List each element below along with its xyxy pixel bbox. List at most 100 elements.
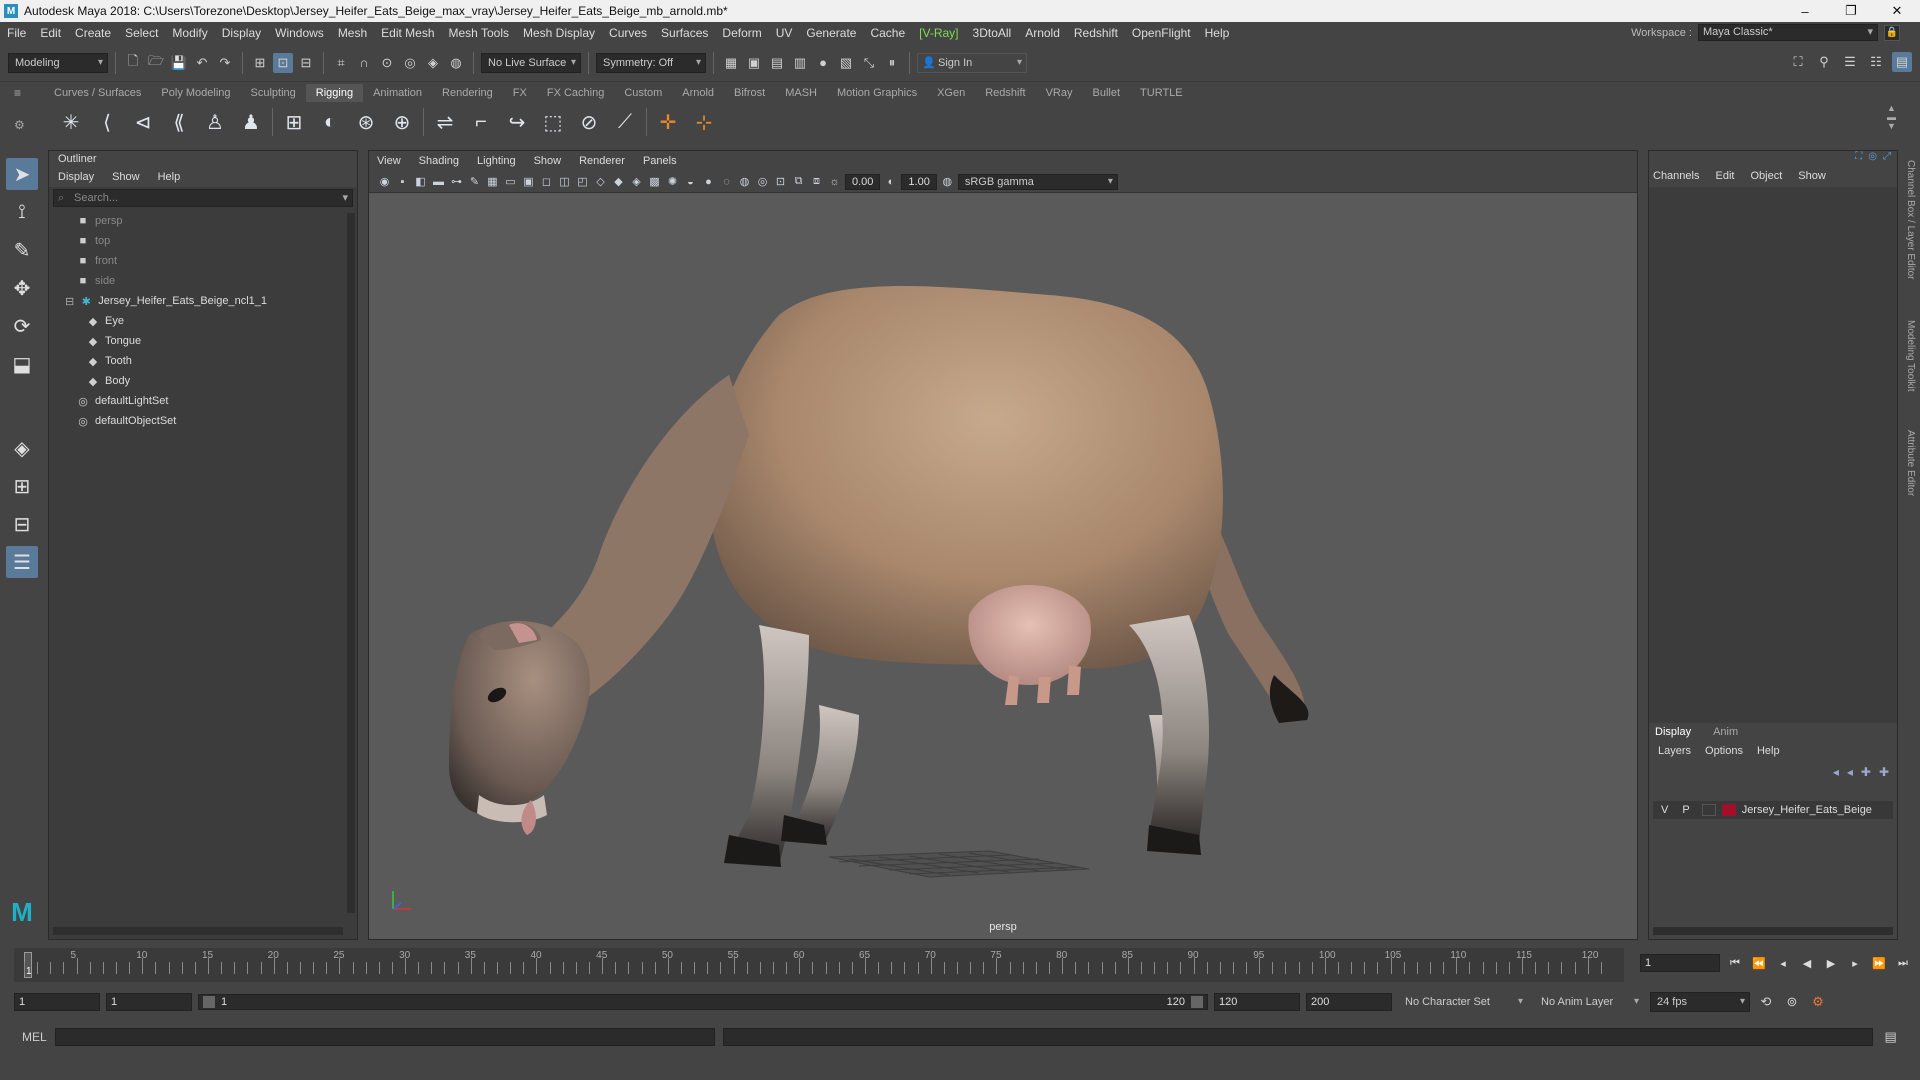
- scale-tool-icon[interactable]: ⬓: [6, 348, 38, 380]
- help-icon[interactable]: ◎: [1868, 151, 1877, 165]
- new-layer-selected-icon[interactable]: ✚: [1879, 765, 1889, 779]
- shelf-tab-rigging[interactable]: Rigging: [305, 84, 364, 102]
- quick-rig-icon[interactable]: ♟: [236, 107, 266, 137]
- range-start-handle[interactable]: [203, 996, 215, 1008]
- chevron-down-icon[interactable]: ▾: [342, 190, 348, 206]
- layer-visibility-toggle[interactable]: V: [1661, 804, 1668, 816]
- maximize-button[interactable]: ❐: [1828, 0, 1874, 22]
- menu-select[interactable]: Select: [118, 26, 165, 40]
- attribute-editor-icon[interactable]: ☰: [1840, 52, 1860, 72]
- textured-icon[interactable]: ▩: [647, 174, 662, 189]
- menu-file[interactable]: File: [0, 26, 33, 40]
- select-object-icon[interactable]: ⊡: [273, 52, 293, 73]
- step-back-key-icon[interactable]: ⏪: [1750, 954, 1768, 972]
- display-layer-row[interactable]: V P Jersey_Heifer_Eats_Beige: [1653, 801, 1893, 819]
- menu-redshift[interactable]: Redshift: [1067, 26, 1125, 40]
- move-layer-down-icon[interactable]: ◂: [1847, 765, 1853, 779]
- smooth-bind-icon[interactable]: ◐: [315, 107, 345, 137]
- outliner-menu-help[interactable]: Help: [158, 171, 181, 183]
- time-ruler[interactable]: 5 10 15 20 25 30 35 40 45 50 55 60 65 70 75 80 85 90 95 100…: [14, 948, 1624, 982]
- character-set-dropdown[interactable]: No Character Set: [1398, 992, 1528, 1012]
- shelf-tab-xgen[interactable]: XGen: [927, 84, 975, 102]
- ipr-render-icon[interactable]: ▤: [767, 53, 787, 73]
- auto-key-icon[interactable]: ⊚: [1782, 992, 1802, 1012]
- layer-playback-toggle[interactable]: P: [1682, 804, 1689, 816]
- shelf-tab-fx[interactable]: FX: [503, 84, 537, 102]
- screen-space-ao-icon[interactable]: ●: [701, 174, 716, 189]
- two-view-layout-icon[interactable]: ⊟: [6, 508, 38, 540]
- menu-modify[interactable]: Modify: [165, 26, 214, 40]
- layer-tab-display[interactable]: Display: [1655, 726, 1691, 738]
- menu-arnold[interactable]: Arnold: [1018, 26, 1067, 40]
- loop-icon[interactable]: ⟲: [1756, 992, 1776, 1012]
- save-scene-icon[interactable]: 💾: [169, 53, 189, 73]
- outliner-item[interactable]: ◆ Body: [49, 371, 357, 391]
- shelf-tab-turtle[interactable]: TURTLE: [1130, 84, 1193, 102]
- ik-spline-icon[interactable]: ⊲: [128, 107, 158, 137]
- render-view-icon[interactable]: ▦: [721, 53, 741, 73]
- channel-box-icon[interactable]: ▤: [1892, 52, 1912, 72]
- modeling-toolkit-icon[interactable]: ⛶: [1788, 52, 1808, 72]
- menu-mesh-tools[interactable]: Mesh Tools: [442, 26, 516, 40]
- outliner-item[interactable]: ■ persp: [49, 211, 357, 231]
- outliner-item[interactable]: ■ top: [49, 231, 357, 251]
- fps-dropdown[interactable]: 24 fps: [1650, 992, 1750, 1012]
- joint-tool-icon[interactable]: ✳: [56, 107, 86, 137]
- menu-curves[interactable]: Curves: [602, 26, 654, 40]
- animation-start-field[interactable]: 1: [14, 993, 100, 1011]
- menu-v-ray[interactable]: [V-Ray]: [912, 26, 965, 40]
- paint-select-icon[interactable]: ✎: [6, 234, 38, 266]
- menu-windows[interactable]: Windows: [268, 26, 331, 40]
- shelf-settings-icon[interactable]: ⚙: [14, 118, 25, 132]
- play-backwards-icon[interactable]: ◀: [1798, 954, 1816, 972]
- menu-uv[interactable]: UV: [769, 26, 800, 40]
- step-back-frame-icon[interactable]: ◂: [1774, 954, 1792, 972]
- smooth-shade-icon[interactable]: ◆: [611, 174, 626, 189]
- image-plane-icon[interactable]: ▬: [431, 174, 446, 189]
- menu-3dtoall[interactable]: 3DtoAll: [966, 26, 1019, 40]
- blendshape-icon[interactable]: ⌐: [466, 107, 496, 137]
- sculpt-deformer-icon[interactable]: ⬚: [538, 107, 568, 137]
- field-chart-icon[interactable]: ◫: [557, 174, 572, 189]
- move-tool-icon[interactable]: ✥: [6, 272, 38, 304]
- curve-warp-icon[interactable]: ↪: [502, 107, 532, 137]
- shelf-tab-bullet[interactable]: Bullet: [1083, 84, 1131, 102]
- wireframe-icon[interactable]: ◇: [593, 174, 608, 189]
- shelf-tab-arnold[interactable]: Arnold: [672, 84, 724, 102]
- collapse-icon[interactable]: ⊟: [65, 295, 74, 308]
- outliner-item[interactable]: ◆ Eye: [49, 311, 357, 331]
- range-end-handle[interactable]: [1191, 996, 1203, 1008]
- shelf-tab-redshift[interactable]: Redshift: [975, 84, 1035, 102]
- shelf-tab-custom[interactable]: Custom: [614, 84, 672, 102]
- play-forwards-icon[interactable]: ▶: [1822, 954, 1840, 972]
- side-tab-modeling-toolkit[interactable]: Modeling Toolkit: [1905, 320, 1916, 392]
- snap-pivot-icon[interactable]: ◍: [446, 53, 466, 73]
- shadows-icon[interactable]: ◒: [683, 174, 698, 189]
- sign-in-button[interactable]: 👤 Sign In: [917, 52, 1027, 73]
- shelf-tab-sculpting[interactable]: Sculpting: [241, 84, 306, 102]
- shelf-tab-poly-modeling[interactable]: Poly Modeling: [151, 84, 240, 102]
- tool-settings-icon[interactable]: ☷: [1866, 52, 1886, 72]
- layer-name[interactable]: Jersey_Heifer_Eats_Beige: [1742, 804, 1872, 816]
- lattice-icon[interactable]: ⇌: [430, 107, 460, 137]
- insert-joint-icon[interactable]: ⟪: [164, 107, 194, 137]
- animation-preferences-icon[interactable]: ⚙: [1808, 992, 1828, 1012]
- depth-of-field-icon[interactable]: ◎: [755, 174, 770, 189]
- outliner-item[interactable]: ■ front: [49, 251, 357, 271]
- menu-cache[interactable]: Cache: [863, 26, 912, 40]
- viewport-menu-renderer[interactable]: Renderer: [579, 155, 625, 167]
- layer-menu-layers[interactable]: Layers: [1658, 745, 1691, 757]
- outliner-item[interactable]: ◎ defaultLightSet: [49, 391, 357, 411]
- layer-type-toggle[interactable]: [1701, 804, 1716, 816]
- layer-color-swatch[interactable]: [1721, 804, 1736, 816]
- rotate-tool-icon[interactable]: ⟳: [6, 310, 38, 342]
- viewport-menu-panels[interactable]: Panels: [643, 155, 677, 167]
- side-tab-attribute-editor[interactable]: Attribute Editor: [1905, 430, 1916, 496]
- menu-help[interactable]: Help: [1198, 26, 1237, 40]
- character-controls-icon[interactable]: ⚲: [1814, 52, 1834, 72]
- snap-grid-icon[interactable]: ⌗: [331, 53, 351, 73]
- xray-icon[interactable]: ⧉: [791, 174, 806, 189]
- outliner-item[interactable]: ◆ Tooth: [49, 351, 357, 371]
- layer-menu-help[interactable]: Help: [1757, 745, 1780, 757]
- constraint-icon[interactable]: ⊹: [689, 107, 719, 137]
